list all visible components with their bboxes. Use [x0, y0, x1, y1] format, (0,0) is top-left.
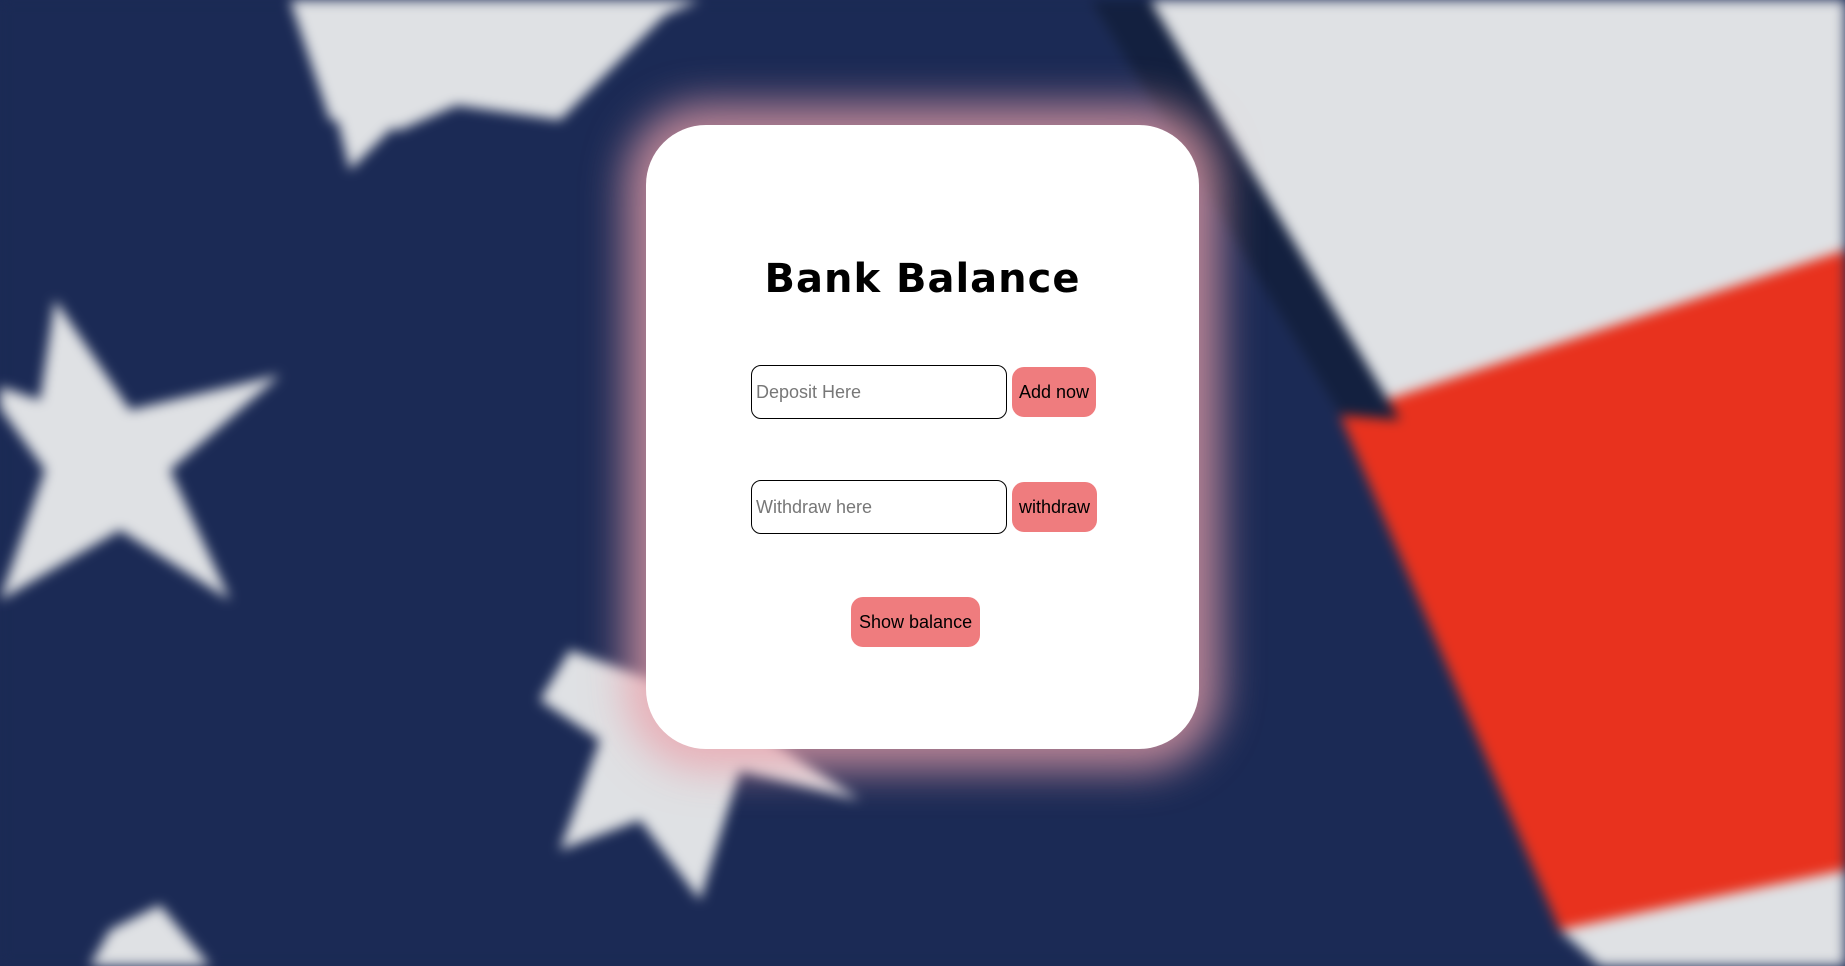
show-balance-button[interactable]: Show balance	[851, 597, 981, 647]
bank-card	[646, 125, 1199, 749]
page-title: Bank Balance	[764, 256, 1081, 302]
deposit-input[interactable]	[751, 365, 1007, 419]
withdraw-row: withdraw	[751, 480, 1098, 534]
withdraw-button[interactable]: withdraw	[1012, 482, 1098, 532]
add-now-button[interactable]: Add now	[1012, 367, 1097, 417]
withdraw-input[interactable]	[751, 480, 1007, 534]
deposit-row: Add now	[751, 365, 1097, 419]
